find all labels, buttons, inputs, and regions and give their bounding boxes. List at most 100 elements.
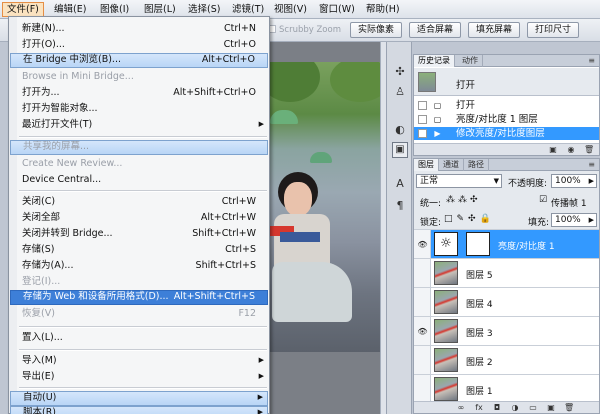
history-state[interactable]: ▢ 打开 [414, 99, 599, 112]
menu-item-save-for-web[interactable]: 存储为 Web 和设备所用格式(D)... Alt+Shift+Ctrl+S [10, 290, 268, 305]
panel-menu-icon[interactable]: ≡ [588, 56, 595, 65]
tab-actions[interactable]: 动作 [458, 55, 483, 67]
history-state-selected[interactable]: ▶ 修改亮度/对比度图层 [414, 127, 599, 140]
brush-tool-icon[interactable]: ✣ [392, 64, 408, 80]
menu-item-save[interactable]: 存储(S) Ctrl+S [10, 242, 268, 257]
menu-item-close-and-go-to-bridge[interactable]: 关闭并转到 Bridge... Shift+Ctrl+W [10, 226, 268, 241]
menu-item-recent-files[interactable]: 最近打开文件(T) ▶ [10, 117, 268, 132]
layer-row[interactable]: 图层 2 [414, 345, 599, 374]
layer-row[interactable]: 图层 5 [414, 258, 599, 287]
menu-item-new[interactable]: 新建(N)... Ctrl+N [10, 21, 268, 36]
menu-item-close-all[interactable]: 关闭全部 Alt+Ctrl+W [10, 210, 268, 225]
tab-history[interactable]: 历史记录 [414, 55, 455, 67]
opacity-field[interactable]: 100% ▶ [551, 174, 597, 188]
menu-item-label: 在 Bridge 中浏览(B)... [23, 54, 121, 65]
layer-mask-thumbnail[interactable] [466, 232, 490, 256]
layer-row-brightness-contrast[interactable]: 👁 ☼ 亮度/对比度 1 [414, 229, 599, 258]
menu-select[interactable]: 选择(S) [184, 2, 224, 17]
history-source-checkbox[interactable] [418, 129, 427, 138]
menu-item-browse-mini-bridge[interactable]: Browse in Mini Bridge... [10, 69, 268, 84]
layer-visibility-toggle[interactable] [414, 288, 431, 316]
menu-view[interactable]: 视图(V) [270, 2, 311, 17]
layer-visibility-toggle[interactable] [414, 375, 431, 403]
menu-item-share-my-screen[interactable]: 共享我的屏幕... [10, 140, 268, 155]
delete-state-icon[interactable]: 🗑 [584, 145, 594, 154]
scrubby-zoom-option[interactable]: Scrubby Zoom [268, 25, 341, 35]
blend-mode-select[interactable]: 正常 ▼ [416, 174, 502, 188]
menu-item-import[interactable]: 导入(M) ▶ [10, 353, 268, 368]
propagate-frame-checkbox[interactable]: ☑ [539, 195, 547, 205]
history-panel-tabs: 历史记录 动作 ≡ [414, 55, 599, 67]
menu-item-check-in[interactable]: 登记(I)... [10, 274, 268, 289]
fill-field[interactable]: 100% ▶ [551, 213, 597, 227]
delete-layer-icon[interactable]: 🗑 [564, 403, 574, 412]
menu-item-open[interactable]: 打开(O)... Ctrl+O [10, 37, 268, 52]
new-group-icon[interactable]: ▭ [528, 403, 538, 412]
layer-visibility-toggle[interactable] [414, 259, 431, 287]
menu-item-browse-in-bridge[interactable]: 在 Bridge 中浏览(B)... Alt+Ctrl+O [10, 53, 268, 68]
new-document-from-state-icon[interactable]: ▣ [548, 145, 558, 154]
layer-visibility-toggle[interactable]: 👁 [414, 230, 431, 258]
menu-item-revert[interactable]: 恢复(V) F12 [10, 306, 268, 321]
paragraph-panel-icon[interactable]: ¶ [392, 198, 408, 214]
menu-item-automate[interactable]: 自动(U) ▶ [10, 391, 268, 406]
unify-label: 统一: [420, 199, 442, 209]
stamp-tool-icon[interactable]: ♙ [392, 84, 408, 100]
menu-window[interactable]: 窗口(W) [315, 2, 359, 17]
history-source-checkbox[interactable] [418, 115, 427, 124]
history-snapshot[interactable]: 打开 [414, 68, 599, 96]
menu-item-place[interactable]: 置入(L)... [10, 330, 268, 345]
unify-icons[interactable]: ⁂⁂✣ [446, 195, 481, 205]
menu-image[interactable]: 图像(I) [96, 2, 133, 17]
layer-visibility-toggle[interactable] [414, 346, 431, 374]
fill-screen-button[interactable]: 填充屏幕 [468, 22, 520, 38]
fit-screen-button[interactable]: 适合屏幕 [409, 22, 461, 38]
layer-row[interactable]: 图层 4 [414, 287, 599, 316]
actual-pixels-button[interactable]: 实际像素 [350, 22, 402, 38]
menu-item-export[interactable]: 导出(E) ▶ [10, 369, 268, 384]
layer-style-icon[interactable]: fx [474, 403, 484, 412]
new-snapshot-icon[interactable]: ◉ [566, 145, 576, 154]
menu-item-label: 打开(O)... [22, 39, 65, 50]
color-tool-icon[interactable]: ◐ [392, 122, 408, 138]
menu-item-label: 打开为... [22, 87, 60, 98]
new-layer-icon[interactable]: ▣ [546, 403, 556, 412]
character-panel-icon[interactable]: A [392, 176, 408, 192]
layer-row[interactable]: 图层 1 [414, 374, 599, 403]
layer-name: 亮度/对比度 1 [498, 242, 555, 252]
layer-visibility-toggle[interactable]: 👁 [414, 317, 431, 345]
menu-file[interactable]: 文件(F) [2, 2, 44, 17]
menu-help[interactable]: 帮助(H) [362, 2, 404, 17]
tab-channels[interactable]: 通道 [439, 159, 464, 171]
lock-options-icons[interactable]: □✎✣🔒 [444, 214, 495, 224]
menu-item-save-as[interactable]: 存储为(A)... Shift+Ctrl+S [10, 258, 268, 273]
swatches-icon[interactable]: ▣ [392, 142, 408, 158]
menu-layer[interactable]: 图层(L) [140, 2, 180, 17]
menu-item-open-as-smart-object[interactable]: 打开为智能对象... [10, 101, 268, 116]
menu-filter[interactable]: 滤镜(T) [228, 2, 268, 17]
layer-thumbnail [434, 377, 458, 401]
menu-item-scripts[interactable]: 脚本(R) ▶ [10, 406, 268, 414]
menu-item-open-as[interactable]: 打开为... Alt+Shift+Ctrl+O [10, 85, 268, 100]
menu-item-close[interactable]: 关闭(C) Ctrl+W [10, 194, 268, 209]
tab-paths[interactable]: 路径 [464, 159, 489, 171]
add-mask-icon[interactable]: ◘ [492, 403, 502, 412]
menu-item-device-central[interactable]: Device Central... [10, 172, 268, 187]
menu-item-shortcut: Alt+Shift+Ctrl+S [173, 291, 255, 302]
open-state-icon: ▢ [433, 101, 442, 110]
menu-separator [19, 349, 267, 351]
history-source-checkbox[interactable] [418, 101, 427, 110]
link-layers-icon[interactable]: ∞ [456, 403, 466, 412]
panel-menu-icon[interactable]: ≡ [588, 160, 595, 169]
menu-separator [19, 136, 267, 138]
menu-item-label: 关闭并转到 Bridge... [22, 228, 113, 239]
adjustment-layer-icon[interactable]: ◑ [510, 403, 520, 412]
print-size-button[interactable]: 打印尺寸 [527, 22, 579, 38]
menu-edit[interactable]: 编辑(E) [50, 2, 90, 17]
document-image[interactable] [270, 62, 380, 352]
history-state[interactable]: ▢ 亮度/对比度 1 图层 [414, 113, 599, 126]
submenu-arrow-icon: ▶ [257, 408, 263, 414]
tab-layers[interactable]: 图层 [414, 159, 439, 171]
menu-item-create-new-review[interactable]: Create New Review... [10, 156, 268, 171]
layer-row[interactable]: 👁 图层 3 [414, 316, 599, 345]
